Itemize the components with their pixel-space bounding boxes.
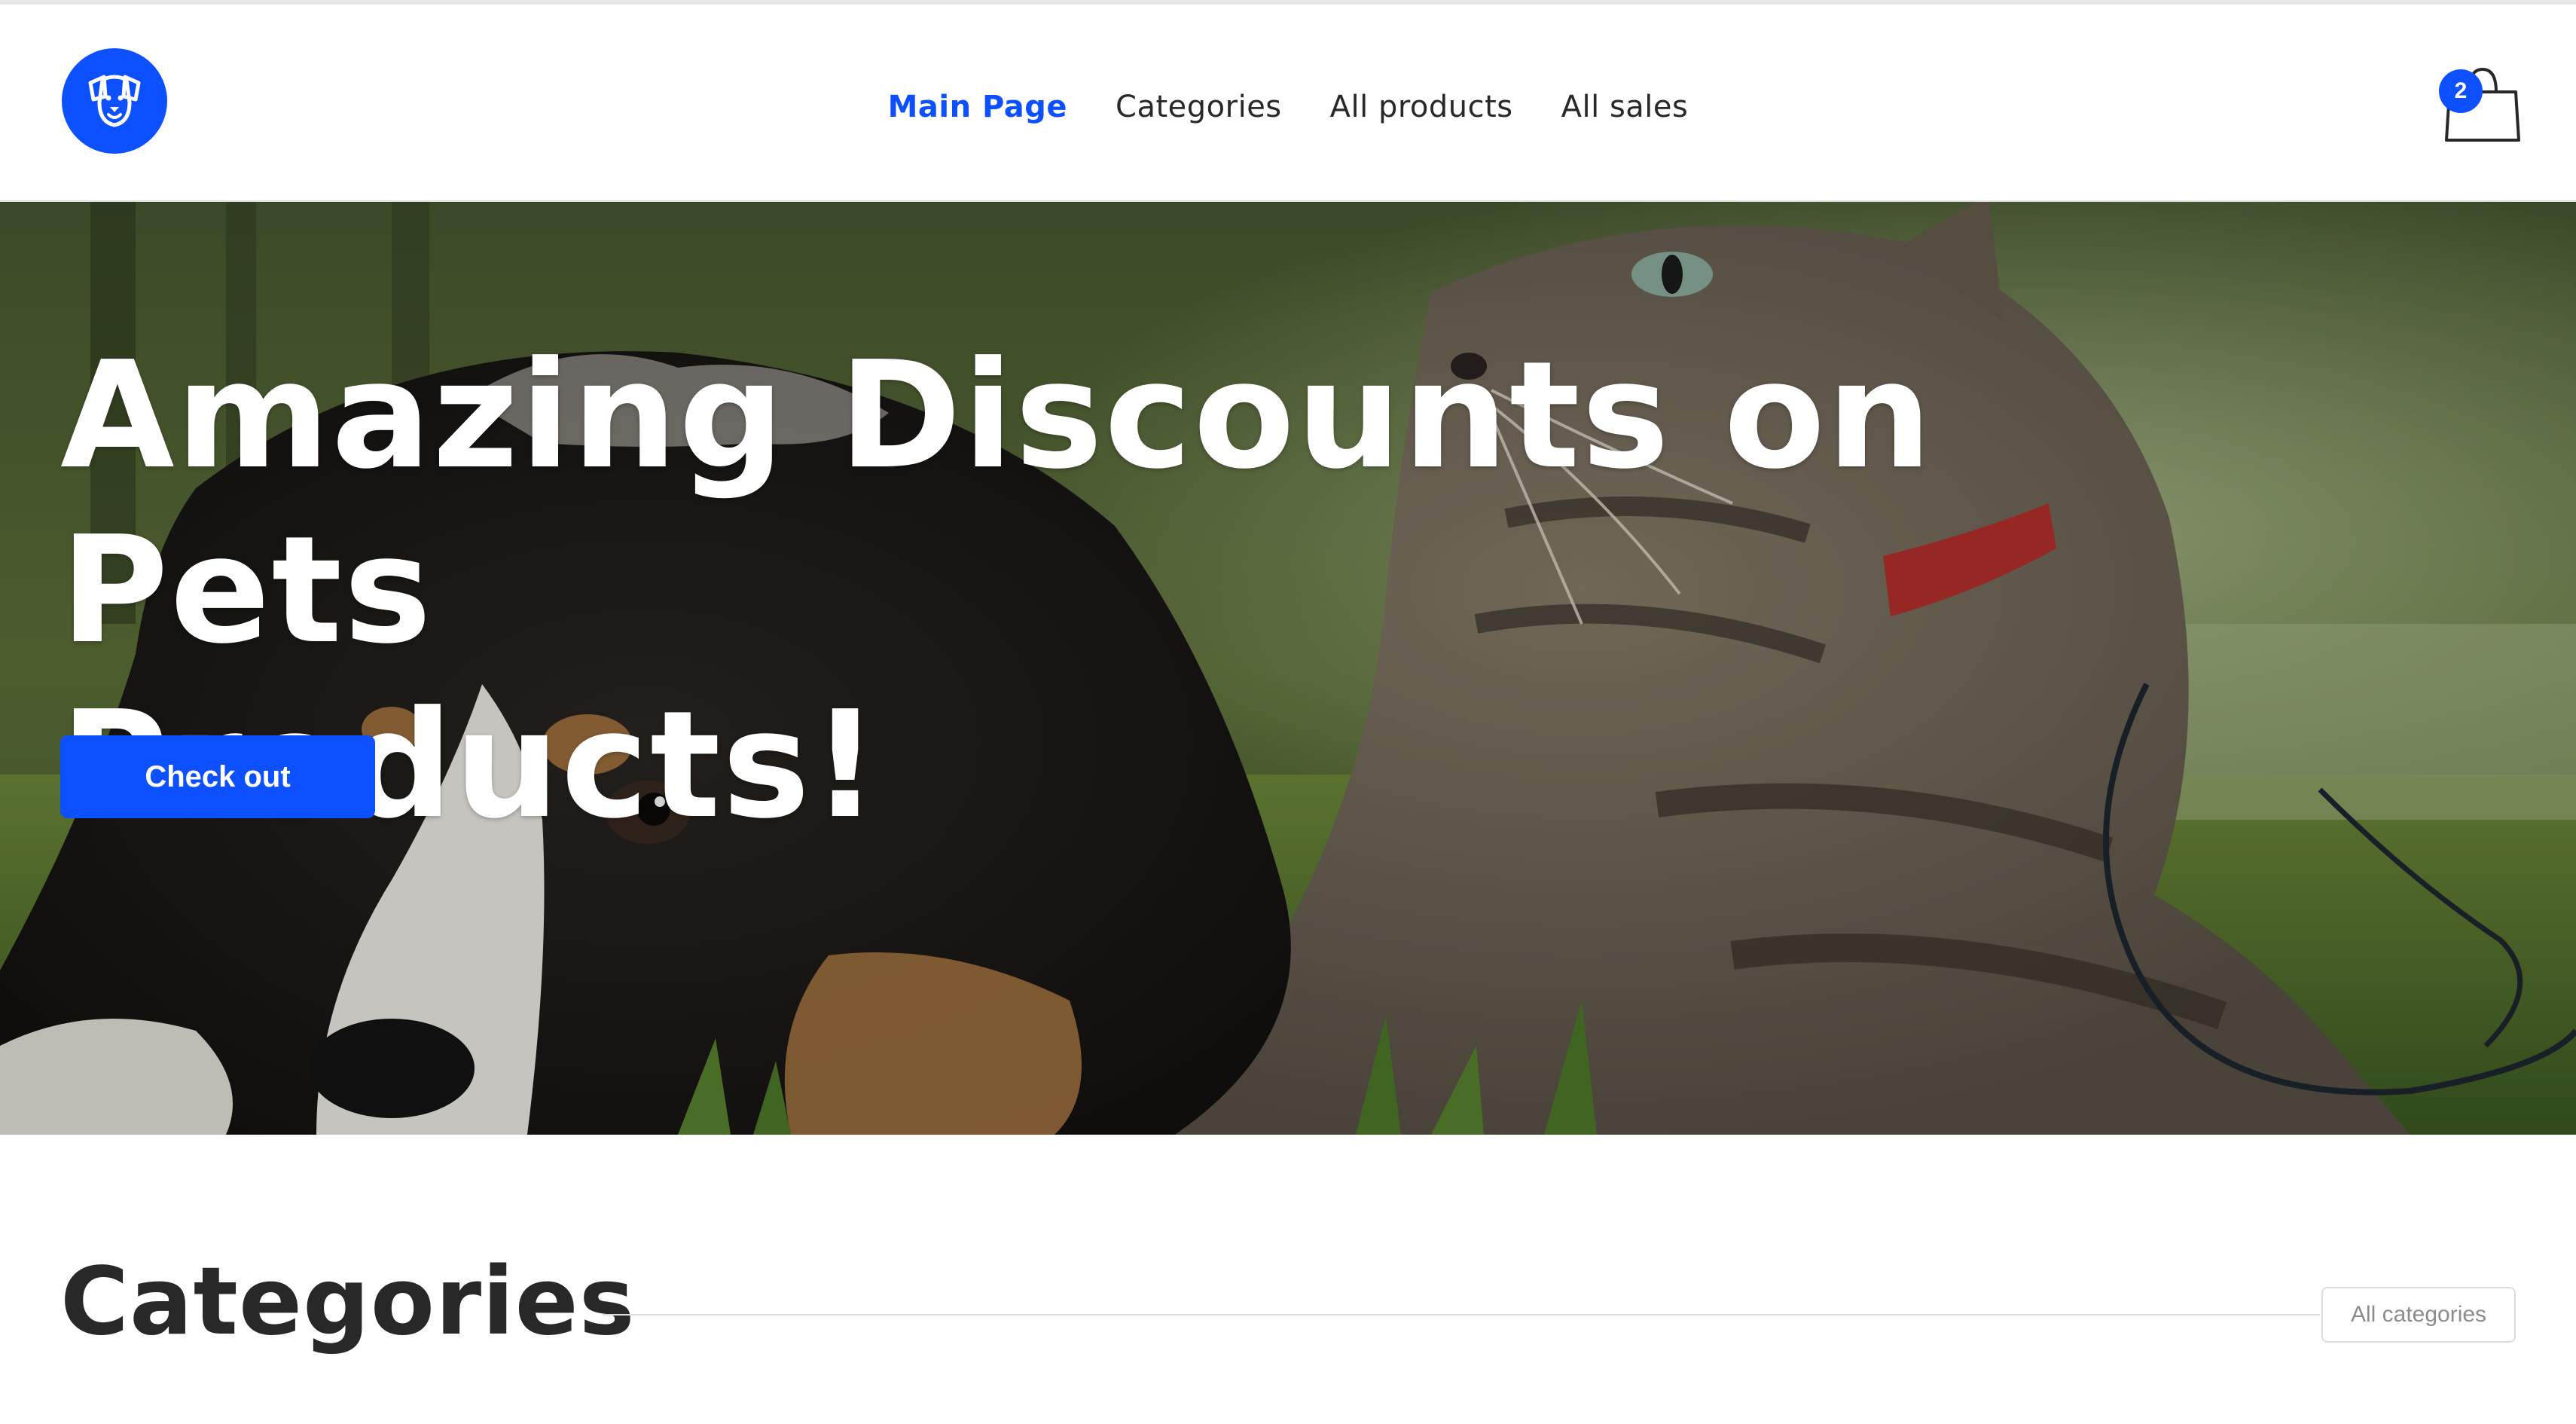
nav-item-categories[interactable]: Categories <box>1116 90 1282 124</box>
nav-item-all-sales[interactable]: All sales <box>1561 90 1689 124</box>
cart-count-badge: 2 <box>2439 69 2483 113</box>
hero-title: Amazing Discounts on Pets Products! <box>60 328 2245 853</box>
cart-button[interactable]: 2 <box>2427 59 2525 152</box>
hero-banner: Amazing Discounts on Pets Products! Chec… <box>0 202 2576 1135</box>
categories-title: Categories <box>60 1248 636 1356</box>
nav-item-all-products[interactable]: All products <box>1330 90 1513 124</box>
check-out-button[interactable]: Check out <box>60 735 375 818</box>
nav-item-main-page[interactable]: Main Page <box>888 90 1067 124</box>
all-categories-button[interactable]: All categories <box>2321 1287 2516 1343</box>
page: Main Page Categories All products All sa… <box>0 0 2576 1424</box>
site-header: Main Page Categories All products All sa… <box>0 0 2576 202</box>
section-divider <box>603 1314 2320 1316</box>
main-nav: Main Page Categories All products All sa… <box>0 77 2576 137</box>
hero-title-line-1: Amazing Discounts on Pets <box>60 330 1934 677</box>
